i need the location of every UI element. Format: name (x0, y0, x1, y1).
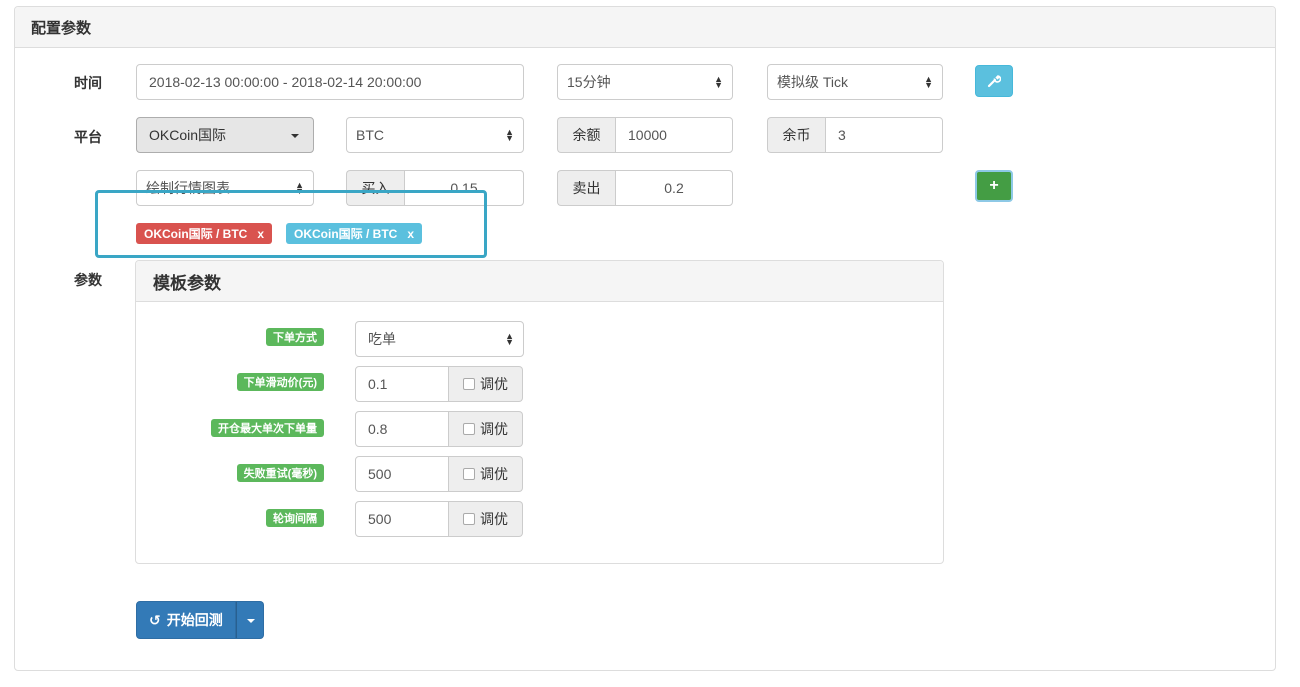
param-label-order-type: 下单方式 (266, 328, 324, 346)
coins-group: 余币 3 (767, 117, 943, 153)
time-label: 时间 (74, 75, 102, 91)
period-select[interactable]: 15分钟 ▲ ▼ (557, 64, 733, 100)
coins-input[interactable]: 3 (825, 117, 943, 153)
platform-label: 平台 (74, 129, 102, 145)
template-params-panel: 模板参数 (135, 260, 944, 564)
checkbox-icon[interactable] (463, 423, 475, 435)
param-label-slippage: 下单滑动价(元) (236, 373, 324, 391)
select-arrows-icon: ▲ ▼ (924, 74, 933, 90)
caret-down-icon (246, 619, 255, 623)
run-backtest-group: ↺ 开始回测 (136, 601, 264, 639)
sell-group: 卖出 0.2 (557, 170, 733, 206)
optimize-toggle[interactable]: 调优 (449, 456, 523, 492)
poll-interval-group: 500 调优 (355, 501, 523, 537)
optimize-toggle[interactable]: 调优 (449, 366, 523, 402)
optimize-label: 调优 (480, 511, 508, 527)
sell-label: 卖出 (557, 170, 615, 206)
tick-mode-select[interactable]: 模拟级 Tick ▲ ▼ (767, 64, 943, 100)
optimize-label: 调优 (480, 376, 508, 392)
run-backtest-label: 开始回测 (166, 612, 223, 628)
select-arrows-icon: ▲ ▼ (714, 74, 723, 90)
checkbox-icon[interactable] (463, 513, 475, 525)
sell-input[interactable]: 0.2 (615, 170, 733, 206)
order-type-select[interactable]: 吃单 ▲ ▼ (355, 321, 524, 357)
tick-mode-value: 模拟级 Tick (777, 74, 849, 90)
add-platform-button[interactable]: + (975, 170, 1013, 202)
currency-value: BTC (356, 127, 384, 143)
checkbox-icon[interactable] (463, 468, 475, 480)
optimize-label: 调优 (480, 421, 508, 437)
tag-label: OKCoin国际 / BTC (144, 227, 248, 241)
history-icon: ↺ (149, 611, 161, 628)
param-label-poll-interval: 轮询间隔 (266, 509, 324, 527)
remove-tag-button[interactable]: x (407, 227, 414, 241)
balance-group: 余额 10000 (557, 117, 733, 153)
balance-input[interactable]: 10000 (615, 117, 733, 153)
coins-label: 余币 (767, 117, 825, 153)
retry-input[interactable]: 500 (355, 456, 449, 492)
checkbox-icon[interactable] (463, 378, 475, 390)
time-range-value: 2018-02-13 00:00:00 - 2018-02-14 20:00:0… (149, 74, 422, 90)
wrench-icon (987, 75, 1001, 88)
order-type-value: 吃单 (368, 331, 396, 347)
plus-icon: + (989, 177, 999, 194)
period-value: 15分钟 (567, 74, 611, 90)
exchange-value: OKCoin国际 (149, 127, 227, 143)
param-label-retry: 失败重试(毫秒) (236, 464, 324, 482)
slippage-group: 0.1 调优 (355, 366, 523, 402)
retry-group: 500 调优 (355, 456, 523, 492)
platform-tag[interactable]: OKCoin国际 / BTC x (286, 223, 423, 244)
time-range-input[interactable]: 2018-02-13 00:00:00 - 2018-02-14 20:00:0… (136, 64, 524, 100)
optimize-toggle[interactable]: 调优 (449, 501, 523, 537)
slippage-input[interactable]: 0.1 (355, 366, 449, 402)
remove-tag-button[interactable]: x (257, 227, 264, 241)
platform-tag[interactable]: OKCoin国际 / BTC x (136, 223, 273, 244)
settings-button[interactable] (975, 65, 1013, 97)
param-label-max-order: 开仓最大单次下单量 (211, 419, 324, 437)
run-backtest-button[interactable]: ↺ 开始回测 (136, 601, 236, 639)
poll-interval-input[interactable]: 500 (355, 501, 449, 537)
select-arrows-icon: ▲ ▼ (505, 127, 514, 143)
select-arrows-icon: ▲ ▼ (505, 331, 514, 347)
currency-select[interactable]: BTC ▲ ▼ (346, 117, 524, 153)
optimize-label: 调优 (480, 466, 508, 482)
template-params-title: 模板参数 (136, 261, 943, 302)
run-options-dropdown[interactable] (235, 601, 264, 639)
tag-label: OKCoin国际 / BTC (294, 227, 398, 241)
panel-title: 配置参数 (15, 7, 1275, 48)
optimize-toggle[interactable]: 调优 (449, 411, 523, 447)
exchange-dropdown[interactable]: OKCoin国际 (136, 117, 314, 153)
params-label: 参数 (74, 272, 102, 288)
max-order-input[interactable]: 0.8 (355, 411, 449, 447)
caret-down-icon (291, 134, 299, 138)
balance-label: 余额 (557, 117, 615, 153)
max-order-group: 0.8 调优 (355, 411, 523, 447)
